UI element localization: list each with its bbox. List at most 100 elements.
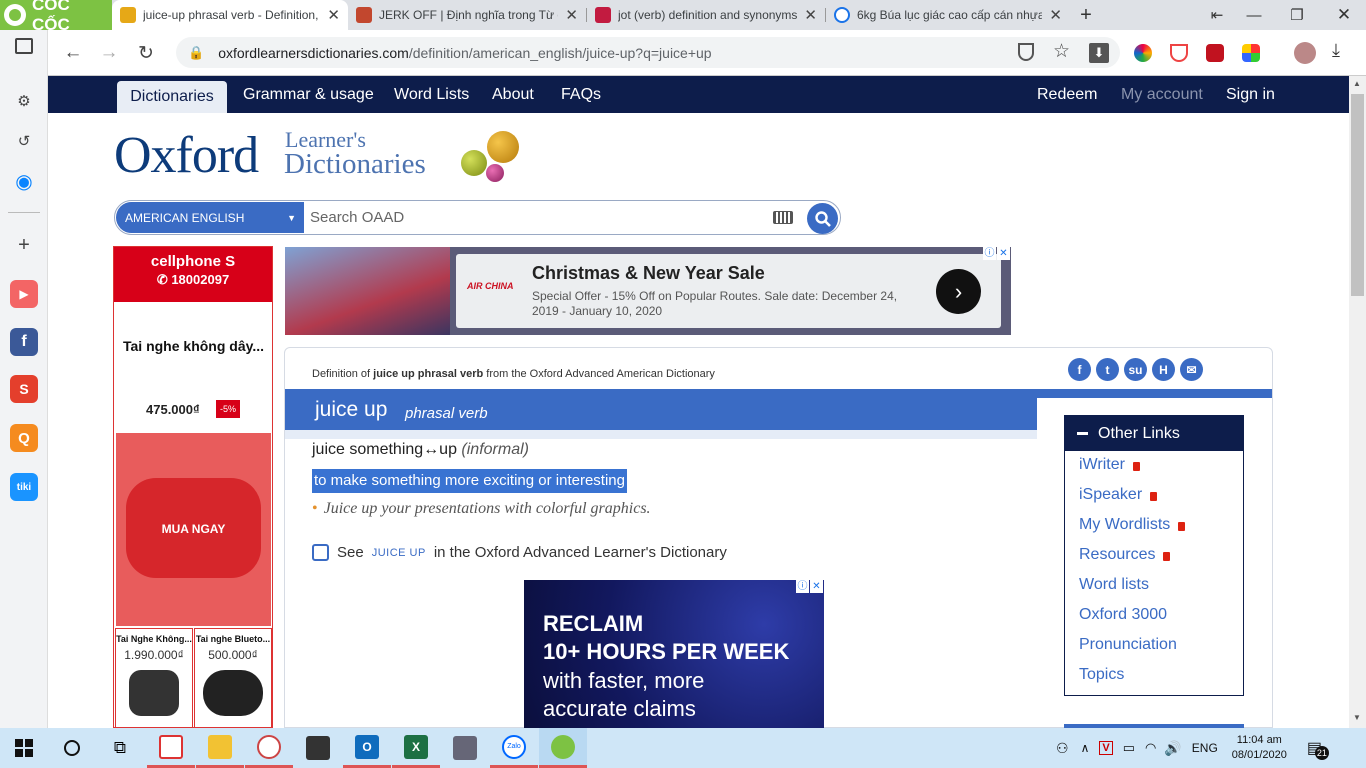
extension-colors-icon[interactable]: [1242, 44, 1260, 62]
stumbleupon-share-icon[interactable]: su: [1124, 358, 1147, 381]
downloads-icon[interactable]: ⤓: [1332, 40, 1340, 61]
download-page-icon[interactable]: ⬇: [1089, 43, 1109, 63]
link-resources[interactable]: Resources: [1079, 546, 1171, 564]
scroll-up-icon[interactable]: ▲: [1353, 79, 1361, 88]
nav-dictionaries[interactable]: Dictionaries: [117, 81, 227, 113]
extension-red-icon[interactable]: [1206, 44, 1224, 62]
nav-sign-in[interactable]: Sign in: [1226, 76, 1275, 113]
scrollbar-thumb[interactable]: [1351, 94, 1364, 296]
messenger-icon[interactable]: ◉: [10, 167, 38, 195]
cellphones-banner[interactable]: cellphone S ✆ 18002097: [114, 247, 272, 302]
clock[interactable]: 11:04 am 08/01/2020: [1232, 733, 1287, 763]
shield-icon[interactable]: [1018, 43, 1034, 61]
ad-headline[interactable]: Christmas & New Year Sale: [532, 263, 765, 284]
unikey-icon[interactable]: V: [1099, 741, 1113, 755]
tab-oxford[interactable]: juice-up phrasal verb - Definition, pict…: [112, 0, 348, 30]
facebook-share-icon[interactable]: f: [1068, 358, 1091, 381]
link-my-wordlists[interactable]: My Wordlists: [1079, 516, 1186, 534]
close-tab-icon[interactable]: ✕: [565, 6, 578, 24]
taskbar-app[interactable]: [196, 728, 244, 768]
link-oxford-3000[interactable]: Oxford 3000: [1079, 606, 1167, 624]
nav-about[interactable]: About: [492, 76, 534, 113]
ad-product-name[interactable]: Tai nghe không dây...: [123, 338, 264, 354]
see-also[interactable]: See JUICE UP in the Oxford Advanced Lear…: [312, 544, 727, 561]
taskbar-app[interactable]: [294, 728, 342, 768]
nav-my-account[interactable]: My account: [1121, 76, 1203, 113]
facebook-icon[interactable]: f: [10, 328, 38, 356]
close-tab-icon[interactable]: ✕: [327, 6, 340, 24]
youtube-icon[interactable]: ▶: [10, 280, 38, 308]
link-ispeaker[interactable]: iSpeaker: [1079, 486, 1158, 504]
link-pronunciation[interactable]: Pronunciation: [1079, 636, 1177, 654]
new-tab-button[interactable]: +: [1066, 0, 1106, 30]
people-icon[interactable]: ⚇: [1056, 740, 1069, 757]
reload-icon[interactable]: ↻: [131, 38, 161, 68]
nav-word-lists[interactable]: Word Lists: [394, 76, 469, 113]
cortana-button[interactable]: [48, 728, 96, 768]
search-input[interactable]: [310, 202, 760, 233]
taskbar-app[interactable]: [147, 728, 195, 768]
taskbar-app[interactable]: O: [343, 728, 391, 768]
hatena-share-icon[interactable]: H: [1152, 358, 1175, 381]
task-view-button[interactable]: ⧉: [96, 728, 144, 768]
browser-brand[interactable]: CỐC CỐC: [0, 0, 112, 34]
ad-mini-item[interactable]: Tai Nghe Không... 1.990.000₫: [115, 628, 193, 728]
close-tab-icon[interactable]: ✕: [804, 6, 817, 24]
gear-icon[interactable]: ⚙: [10, 87, 38, 115]
tab-search[interactable]: 6kg Búa lục giác cao cấp cán nhựa ✕: [826, 0, 1070, 30]
twitter-share-icon[interactable]: t: [1096, 358, 1119, 381]
link-iwriter[interactable]: iWriter: [1079, 456, 1140, 474]
taskbar-app[interactable]: X: [392, 728, 440, 768]
add-icon[interactable]: +: [10, 231, 38, 259]
adchoices-icon[interactable]: ⓘ: [983, 247, 996, 260]
other-links-header[interactable]: Other Links: [1065, 416, 1243, 451]
scroll-down-icon[interactable]: ▼: [1353, 713, 1361, 722]
wifi-icon[interactable]: ◠: [1145, 740, 1156, 756]
start-button[interactable]: [0, 728, 48, 768]
battery-icon[interactable]: ▭: [1123, 740, 1135, 756]
ad-next-button[interactable]: ›: [936, 269, 981, 314]
volume-icon[interactable]: 🔊: [1164, 740, 1181, 757]
keyboard-icon[interactable]: [773, 211, 793, 224]
link-word-lists[interactable]: Word lists: [1079, 576, 1149, 594]
logo-oxford[interactable]: Oxford: [114, 126, 259, 185]
taskbar-app[interactable]: [441, 728, 489, 768]
see-link[interactable]: JUICE UP: [372, 547, 426, 559]
ad-cta-button[interactable]: MUA NGAY: [116, 522, 271, 536]
forward-icon[interactable]: →: [94, 38, 124, 68]
chevron-up-icon[interactable]: ∧: [1081, 741, 1090, 755]
definition-text[interactable]: to make something more exciting or inter…: [312, 469, 627, 493]
star-icon[interactable]: ☆: [1053, 40, 1070, 63]
link-topics[interactable]: Topics: [1079, 666, 1124, 684]
avatar[interactable]: [1294, 42, 1316, 64]
notifications-icon[interactable]: ▤ 21: [1307, 738, 1329, 760]
taskbar-app-active[interactable]: [539, 728, 587, 768]
tab-macmillan[interactable]: jot (verb) definition and synonyms ✕: [587, 0, 825, 30]
restore-icon[interactable]: ❐: [1277, 0, 1317, 30]
sidebar-toggle-icon[interactable]: [15, 38, 33, 54]
coccoc-ext-icon[interactable]: [1134, 44, 1152, 62]
search-button[interactable]: [807, 203, 838, 234]
minimize-to-sidebar-icon[interactable]: ⇤: [1197, 0, 1237, 30]
taskbar-app[interactable]: [245, 728, 293, 768]
tab-cambridge[interactable]: JERK OFF | Định nghĩa trong Từ điển ✕: [348, 0, 586, 30]
ad-close-icon[interactable]: ✕: [997, 247, 1010, 260]
nav-redeem[interactable]: Redeem: [1037, 76, 1097, 113]
language-indicator[interactable]: ENG: [1192, 741, 1218, 755]
search-app-icon[interactable]: Q: [10, 424, 38, 452]
dictionary-select[interactable]: AMERICAN ENGLISH ▼: [116, 202, 304, 233]
shopee-icon[interactable]: S: [10, 375, 38, 403]
close-window-icon[interactable]: ✕: [1324, 0, 1364, 30]
history-icon[interactable]: ↺: [10, 127, 38, 155]
nav-faqs[interactable]: FAQs: [561, 76, 601, 113]
ad-product-image[interactable]: MUA NGAY: [116, 433, 271, 626]
email-share-icon[interactable]: ✉: [1180, 358, 1203, 381]
adchoices-icon[interactable]: ⓘ: [796, 580, 809, 593]
adblock-icon[interactable]: [1170, 44, 1188, 62]
address-bar[interactable]: 🔒 oxfordlearnersdictionaries.com/definit…: [176, 37, 1120, 68]
back-icon[interactable]: ←: [58, 38, 88, 68]
nav-grammar[interactable]: Grammar & usage: [243, 76, 374, 113]
ad-mini-item[interactable]: Tai nghe Blueto... 500.000₫: [194, 628, 272, 728]
taskbar-app[interactable]: Zalo: [490, 728, 538, 768]
minimize-icon[interactable]: —: [1234, 0, 1274, 30]
